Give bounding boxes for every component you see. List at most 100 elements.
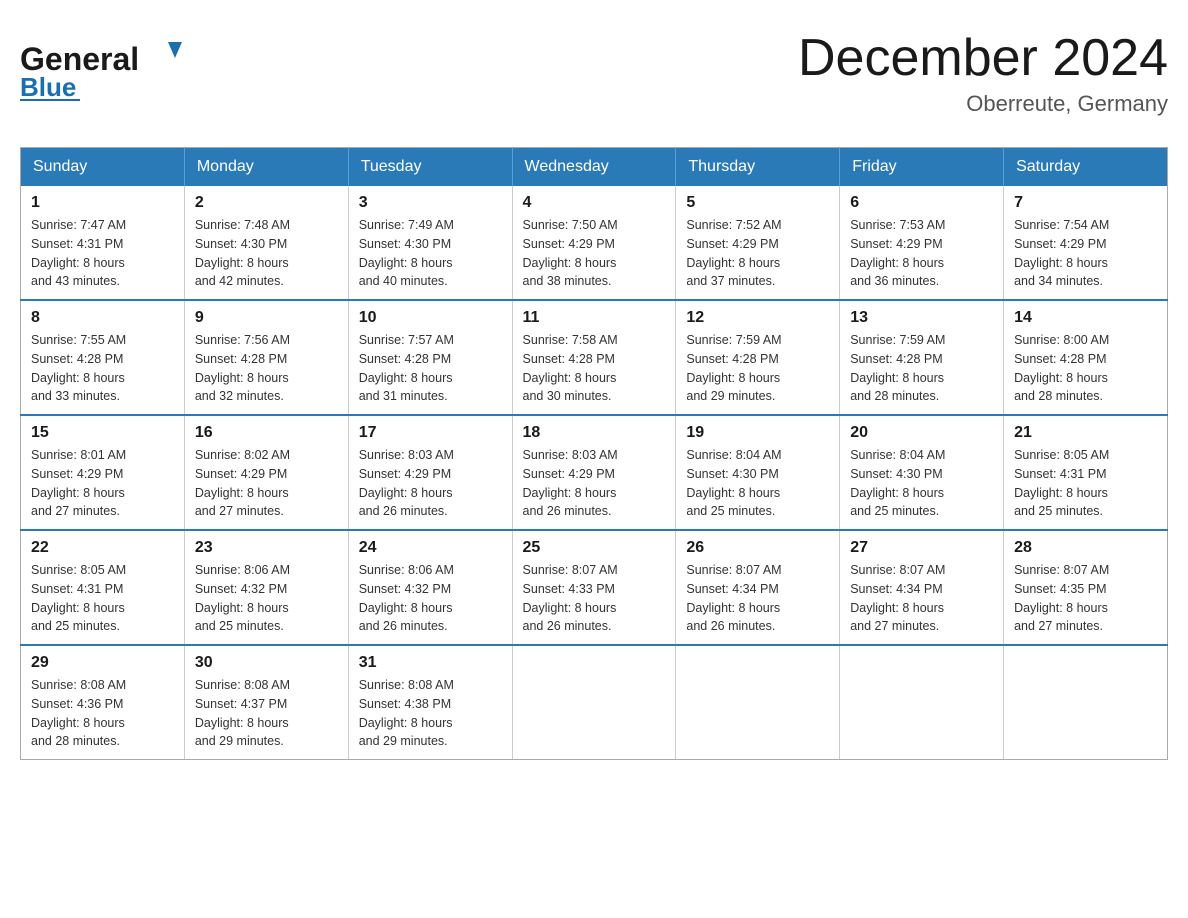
day-number: 24 [359,539,502,557]
col-saturday: Saturday [1004,148,1168,187]
day-info: Sunrise: 7:52 AMSunset: 4:29 PMDaylight:… [686,218,781,288]
calendar-cell: 8 Sunrise: 7:55 AMSunset: 4:28 PMDayligh… [21,300,185,415]
col-friday: Friday [840,148,1004,187]
calendar-cell: 19 Sunrise: 8:04 AMSunset: 4:30 PMDaylig… [676,415,840,530]
day-number: 8 [31,309,174,327]
calendar-cell: 27 Sunrise: 8:07 AMSunset: 4:34 PMDaylig… [840,530,1004,645]
title-section: December 2024 Oberreute, Germany [798,30,1168,117]
day-info: Sunrise: 7:57 AMSunset: 4:28 PMDaylight:… [359,333,454,403]
day-info: Sunrise: 7:49 AMSunset: 4:30 PMDaylight:… [359,218,454,288]
day-number: 3 [359,194,502,212]
col-monday: Monday [184,148,348,187]
calendar-cell: 30 Sunrise: 8:08 AMSunset: 4:37 PMDaylig… [184,645,348,760]
calendar-cell: 17 Sunrise: 8:03 AMSunset: 4:29 PMDaylig… [348,415,512,530]
calendar-cell: 3 Sunrise: 7:49 AMSunset: 4:30 PMDayligh… [348,186,512,300]
day-info: Sunrise: 8:07 AMSunset: 4:34 PMDaylight:… [686,563,781,633]
day-number: 20 [850,424,993,442]
calendar-cell: 15 Sunrise: 8:01 AMSunset: 4:29 PMDaylig… [21,415,185,530]
calendar-cell: 31 Sunrise: 8:08 AMSunset: 4:38 PMDaylig… [348,645,512,760]
calendar-cell: 16 Sunrise: 8:02 AMSunset: 4:29 PMDaylig… [184,415,348,530]
calendar-cell [1004,645,1168,760]
calendar-cell: 28 Sunrise: 8:07 AMSunset: 4:35 PMDaylig… [1004,530,1168,645]
calendar-week-2: 8 Sunrise: 7:55 AMSunset: 4:28 PMDayligh… [21,300,1168,415]
day-info: Sunrise: 7:47 AMSunset: 4:31 PMDaylight:… [31,218,126,288]
day-number: 18 [523,424,666,442]
day-info: Sunrise: 8:04 AMSunset: 4:30 PMDaylight:… [850,448,945,518]
day-number: 11 [523,309,666,327]
calendar-cell: 21 Sunrise: 8:05 AMSunset: 4:31 PMDaylig… [1004,415,1168,530]
calendar-week-4: 22 Sunrise: 8:05 AMSunset: 4:31 PMDaylig… [21,530,1168,645]
day-info: Sunrise: 8:05 AMSunset: 4:31 PMDaylight:… [31,563,126,633]
calendar-cell: 10 Sunrise: 7:57 AMSunset: 4:28 PMDaylig… [348,300,512,415]
day-info: Sunrise: 8:03 AMSunset: 4:29 PMDaylight:… [523,448,618,518]
day-info: Sunrise: 7:59 AMSunset: 4:28 PMDaylight:… [686,333,781,403]
day-info: Sunrise: 7:54 AMSunset: 4:29 PMDaylight:… [1014,218,1109,288]
calendar-cell: 14 Sunrise: 8:00 AMSunset: 4:28 PMDaylig… [1004,300,1168,415]
day-info: Sunrise: 7:55 AMSunset: 4:28 PMDaylight:… [31,333,126,403]
day-info: Sunrise: 8:06 AMSunset: 4:32 PMDaylight:… [195,563,290,633]
calendar-cell: 5 Sunrise: 7:52 AMSunset: 4:29 PMDayligh… [676,186,840,300]
calendar-cell: 18 Sunrise: 8:03 AMSunset: 4:29 PMDaylig… [512,415,676,530]
day-number: 10 [359,309,502,327]
col-thursday: Thursday [676,148,840,187]
col-sunday: Sunday [21,148,185,187]
calendar-cell: 22 Sunrise: 8:05 AMSunset: 4:31 PMDaylig… [21,530,185,645]
day-number: 6 [850,194,993,212]
day-number: 25 [523,539,666,557]
day-number: 17 [359,424,502,442]
day-number: 22 [31,539,174,557]
calendar-week-5: 29 Sunrise: 8:08 AMSunset: 4:36 PMDaylig… [21,645,1168,760]
day-number: 23 [195,539,338,557]
day-number: 28 [1014,539,1157,557]
day-number: 21 [1014,424,1157,442]
day-info: Sunrise: 8:05 AMSunset: 4:31 PMDaylight:… [1014,448,1109,518]
calendar-cell: 7 Sunrise: 7:54 AMSunset: 4:29 PMDayligh… [1004,186,1168,300]
day-info: Sunrise: 7:48 AMSunset: 4:30 PMDaylight:… [195,218,290,288]
calendar-cell: 23 Sunrise: 8:06 AMSunset: 4:32 PMDaylig… [184,530,348,645]
day-info: Sunrise: 7:50 AMSunset: 4:29 PMDaylight:… [523,218,618,288]
day-number: 29 [31,654,174,672]
col-tuesday: Tuesday [348,148,512,187]
day-number: 16 [195,424,338,442]
day-info: Sunrise: 8:06 AMSunset: 4:32 PMDaylight:… [359,563,454,633]
calendar-cell: 26 Sunrise: 8:07 AMSunset: 4:34 PMDaylig… [676,530,840,645]
calendar-cell: 6 Sunrise: 7:53 AMSunset: 4:29 PMDayligh… [840,186,1004,300]
day-info: Sunrise: 8:07 AMSunset: 4:35 PMDaylight:… [1014,563,1109,633]
day-info: Sunrise: 8:07 AMSunset: 4:33 PMDaylight:… [523,563,618,633]
day-number: 9 [195,309,338,327]
day-number: 1 [31,194,174,212]
day-number: 7 [1014,194,1157,212]
calendar-week-1: 1 Sunrise: 7:47 AMSunset: 4:31 PMDayligh… [21,186,1168,300]
day-number: 19 [686,424,829,442]
day-number: 12 [686,309,829,327]
day-info: Sunrise: 8:08 AMSunset: 4:36 PMDaylight:… [31,678,126,748]
location: Oberreute, Germany [798,91,1168,117]
day-number: 30 [195,654,338,672]
day-info: Sunrise: 8:07 AMSunset: 4:34 PMDaylight:… [850,563,945,633]
calendar-cell: 4 Sunrise: 7:50 AMSunset: 4:29 PMDayligh… [512,186,676,300]
day-number: 14 [1014,309,1157,327]
calendar-cell [512,645,676,760]
day-number: 13 [850,309,993,327]
calendar-cell: 9 Sunrise: 7:56 AMSunset: 4:28 PMDayligh… [184,300,348,415]
calendar-cell: 29 Sunrise: 8:08 AMSunset: 4:36 PMDaylig… [21,645,185,760]
logo: General Blue [20,30,210,102]
day-number: 5 [686,194,829,212]
calendar-cell: 2 Sunrise: 7:48 AMSunset: 4:30 PMDayligh… [184,186,348,300]
calendar-cell: 12 Sunrise: 7:59 AMSunset: 4:28 PMDaylig… [676,300,840,415]
day-number: 15 [31,424,174,442]
calendar-cell: 20 Sunrise: 8:04 AMSunset: 4:30 PMDaylig… [840,415,1004,530]
calendar-cell: 1 Sunrise: 7:47 AMSunset: 4:31 PMDayligh… [21,186,185,300]
day-info: Sunrise: 8:01 AMSunset: 4:29 PMDaylight:… [31,448,126,518]
day-info: Sunrise: 7:53 AMSunset: 4:29 PMDaylight:… [850,218,945,288]
day-info: Sunrise: 7:58 AMSunset: 4:28 PMDaylight:… [523,333,618,403]
calendar-header-row: Sunday Monday Tuesday Wednesday Thursday… [21,148,1168,187]
day-info: Sunrise: 7:59 AMSunset: 4:28 PMDaylight:… [850,333,945,403]
svg-text:Blue: Blue [20,72,76,102]
calendar-cell [676,645,840,760]
day-info: Sunrise: 8:08 AMSunset: 4:38 PMDaylight:… [359,678,454,748]
day-number: 27 [850,539,993,557]
day-info: Sunrise: 8:08 AMSunset: 4:37 PMDaylight:… [195,678,290,748]
calendar-cell [840,645,1004,760]
calendar-week-3: 15 Sunrise: 8:01 AMSunset: 4:29 PMDaylig… [21,415,1168,530]
